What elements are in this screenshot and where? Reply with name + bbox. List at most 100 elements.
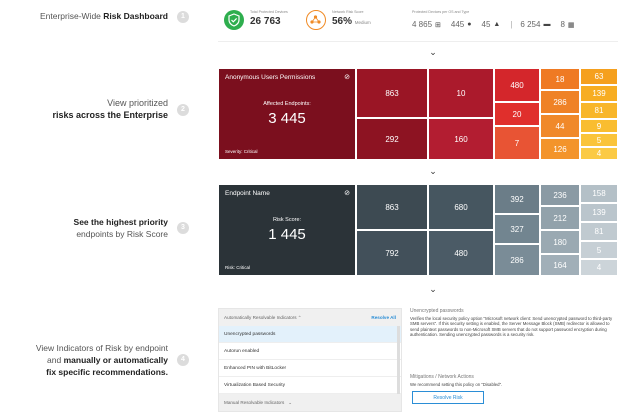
endpoint-treemap-main-cell[interactable]: Endpoint Name ⊘ Risk Score: 1 445 Risk: … [218,184,356,276]
endpoint-cell[interactable]: 212 [540,206,580,230]
step-3-badge: 3 [177,222,189,234]
mitigation-body: We recommend setting this policy on "Dis… [410,382,503,387]
endpoint-cell[interactable]: 139 [580,203,618,222]
risk-level-label: Risk: Critical [225,265,251,270]
risk-cell[interactable]: 9 [580,119,618,133]
risk-cell[interactable]: 4 [580,147,618,160]
risk-cell[interactable]: 20 [494,102,540,126]
risk-cell[interactable]: 160 [428,118,494,160]
risk-cell[interactable]: 7 [494,126,540,160]
endpoint-cell[interactable]: 158 [580,184,618,203]
gauge-badge [306,10,326,30]
endpoint-cell[interactable]: 680 [428,184,494,230]
endpoint-treemap: Endpoint Name ⊘ Risk Score: 1 445 Risk: … [218,184,618,276]
mitigation-title: Mitigations / Network Actions [410,374,474,380]
endpoint-cell[interactable]: 180 [540,230,580,254]
step-1-badge: 1 [177,11,189,23]
network-risk-level: Medium [354,20,371,25]
manual-indicators-label: Manual Resolvable Indicators [224,400,285,405]
linux-count: 45 [481,20,491,29]
shield-badge [224,10,244,30]
network-risk-stat: Network Risk Score 56% Medium [332,10,371,27]
endpoint-cell[interactable]: 81 [580,222,618,241]
risk-cell[interactable]: 81 [580,102,618,119]
endpoint-cell[interactable]: 327 [494,214,540,244]
risk-cell[interactable]: 44 [540,114,580,138]
risk-cell[interactable]: 126 [540,138,580,160]
server-icon: ▬ [543,21,551,28]
server-count: 6 254 [520,20,541,29]
caption-endpoints: See the highest priority endpoints by Ri… [73,217,168,239]
risk-cell[interactable]: 10 [428,68,494,118]
chevron-up-icon[interactable]: ⌃ [298,315,302,320]
caption-indicators: View Indicators of Risk by endpoint and … [35,343,168,377]
shield-check-icon [228,13,240,27]
caption-dashboard: Enterprise-Wide Risk Dashboard [39,11,168,21]
eye-slash-icon[interactable]: ⊘ [344,189,350,197]
severity-label: Severity: Critical [225,149,258,154]
protected-devices-stat: Total Protected Devices 26 763 [250,10,288,27]
risk-cell[interactable]: 5 [580,133,618,147]
caption-prioritized-risks: View prioritized risks across the Enterp… [52,98,168,120]
endpoint-cell[interactable]: 863 [356,184,428,230]
endpoint-cell[interactable]: 286 [494,244,540,276]
endpoint-cell[interactable]: 4 [580,259,618,276]
risk-treemap: Anonymous Users Permissions ⊘ Affected E… [218,68,618,160]
indicator-item[interactable]: Virtualization Based Security [219,377,401,394]
network-risk-value: 56% [332,16,353,27]
apple-icon: ● [467,21,472,28]
indicator-detail: Unencrypted passwords Verifies the local… [410,308,618,412]
risk-dashboard-page: Enterprise-Wide Risk Dashboard 1 View pr… [0,0,621,414]
network-risk-icon [310,15,321,24]
risk-title: Anonymous Users Permissions [225,74,316,81]
indicator-item[interactable]: Enhanced PIN with BitLocker [219,360,401,377]
windows-icon: ⊞ [435,21,441,29]
endpoint-cell[interactable]: 164 [540,254,580,276]
detail-title: Unencrypted passwords [410,308,464,314]
chevron-down-icon[interactable]: ⌄ [428,47,438,57]
indicator-item[interactable]: Autorun enabled [219,343,401,360]
risk-cell[interactable]: 480 [494,68,540,102]
step-2-badge: 2 [177,104,189,116]
scrollbar[interactable] [397,326,400,394]
manual-indicators-header[interactable]: Manual Resolvable Indicators ⌄ [219,394,401,411]
indicator-item[interactable]: Unencrypted passwords [219,326,401,343]
endpoint-cell[interactable]: 480 [428,230,494,276]
endpoint-cell[interactable]: 392 [494,184,540,214]
stats-bar: Total Protected Devices 26 763 Network R… [218,4,618,42]
endpoint-title: Endpoint Name [225,190,270,197]
linux-icon: ▲ [493,21,501,28]
other-device-icon: ▦ [567,21,575,29]
chevron-down-icon[interactable]: ⌄ [288,400,292,406]
apple-count: 445 [450,20,465,29]
os-devices-row: 4 865 ⊞ 445 ● 45 ▲ | 6 254 ▬ 8 ▦ [412,20,585,29]
windows-count: 4 865 [412,20,433,29]
detail-body: Verifies the local security policy optio… [410,316,613,338]
resolve-risk-button[interactable]: Resolve Risk [412,391,484,404]
eye-slash-icon[interactable]: ⊘ [344,73,350,81]
resolve-all-button[interactable]: Resolve All [371,315,396,320]
risk-score-label: Risk Score: [272,217,302,223]
network-risk-label: Network Risk Score [332,10,364,14]
chevron-down-icon[interactable]: ⌄ [428,284,438,294]
endpoint-cell[interactable]: 236 [540,184,580,206]
endpoint-cell[interactable]: 792 [356,230,428,276]
risk-cell[interactable]: 63 [580,68,618,85]
step-4-badge: 4 [177,354,189,366]
risk-cell[interactable]: 139 [580,85,618,102]
chevron-down-icon[interactable]: ⌄ [428,166,438,176]
risk-cell[interactable]: 18 [540,68,580,90]
risk-treemap-main-cell[interactable]: Anonymous Users Permissions ⊘ Affected E… [218,68,356,160]
other-device-count: 8 [560,20,565,29]
endpoint-cell[interactable]: 5 [580,241,618,259]
auto-indicators-header[interactable]: Automatically Resolvable Indicators ⌃ Re… [219,309,401,326]
risk-cell[interactable]: 292 [356,118,428,160]
os-devices-label: Protected Devices per OS and Type [412,10,470,14]
risk-cell[interactable]: 286 [540,90,580,114]
indicators-list: Automatically Resolvable Indicators ⌃ Re… [218,308,402,412]
risk-cell[interactable]: 863 [356,68,428,118]
protected-devices-label: Total Protected Devices [250,10,288,14]
auto-indicators-label: Automatically Resolvable Indicators [224,314,297,320]
divider: | [510,20,513,29]
protected-devices-value: 26 763 [250,16,281,27]
